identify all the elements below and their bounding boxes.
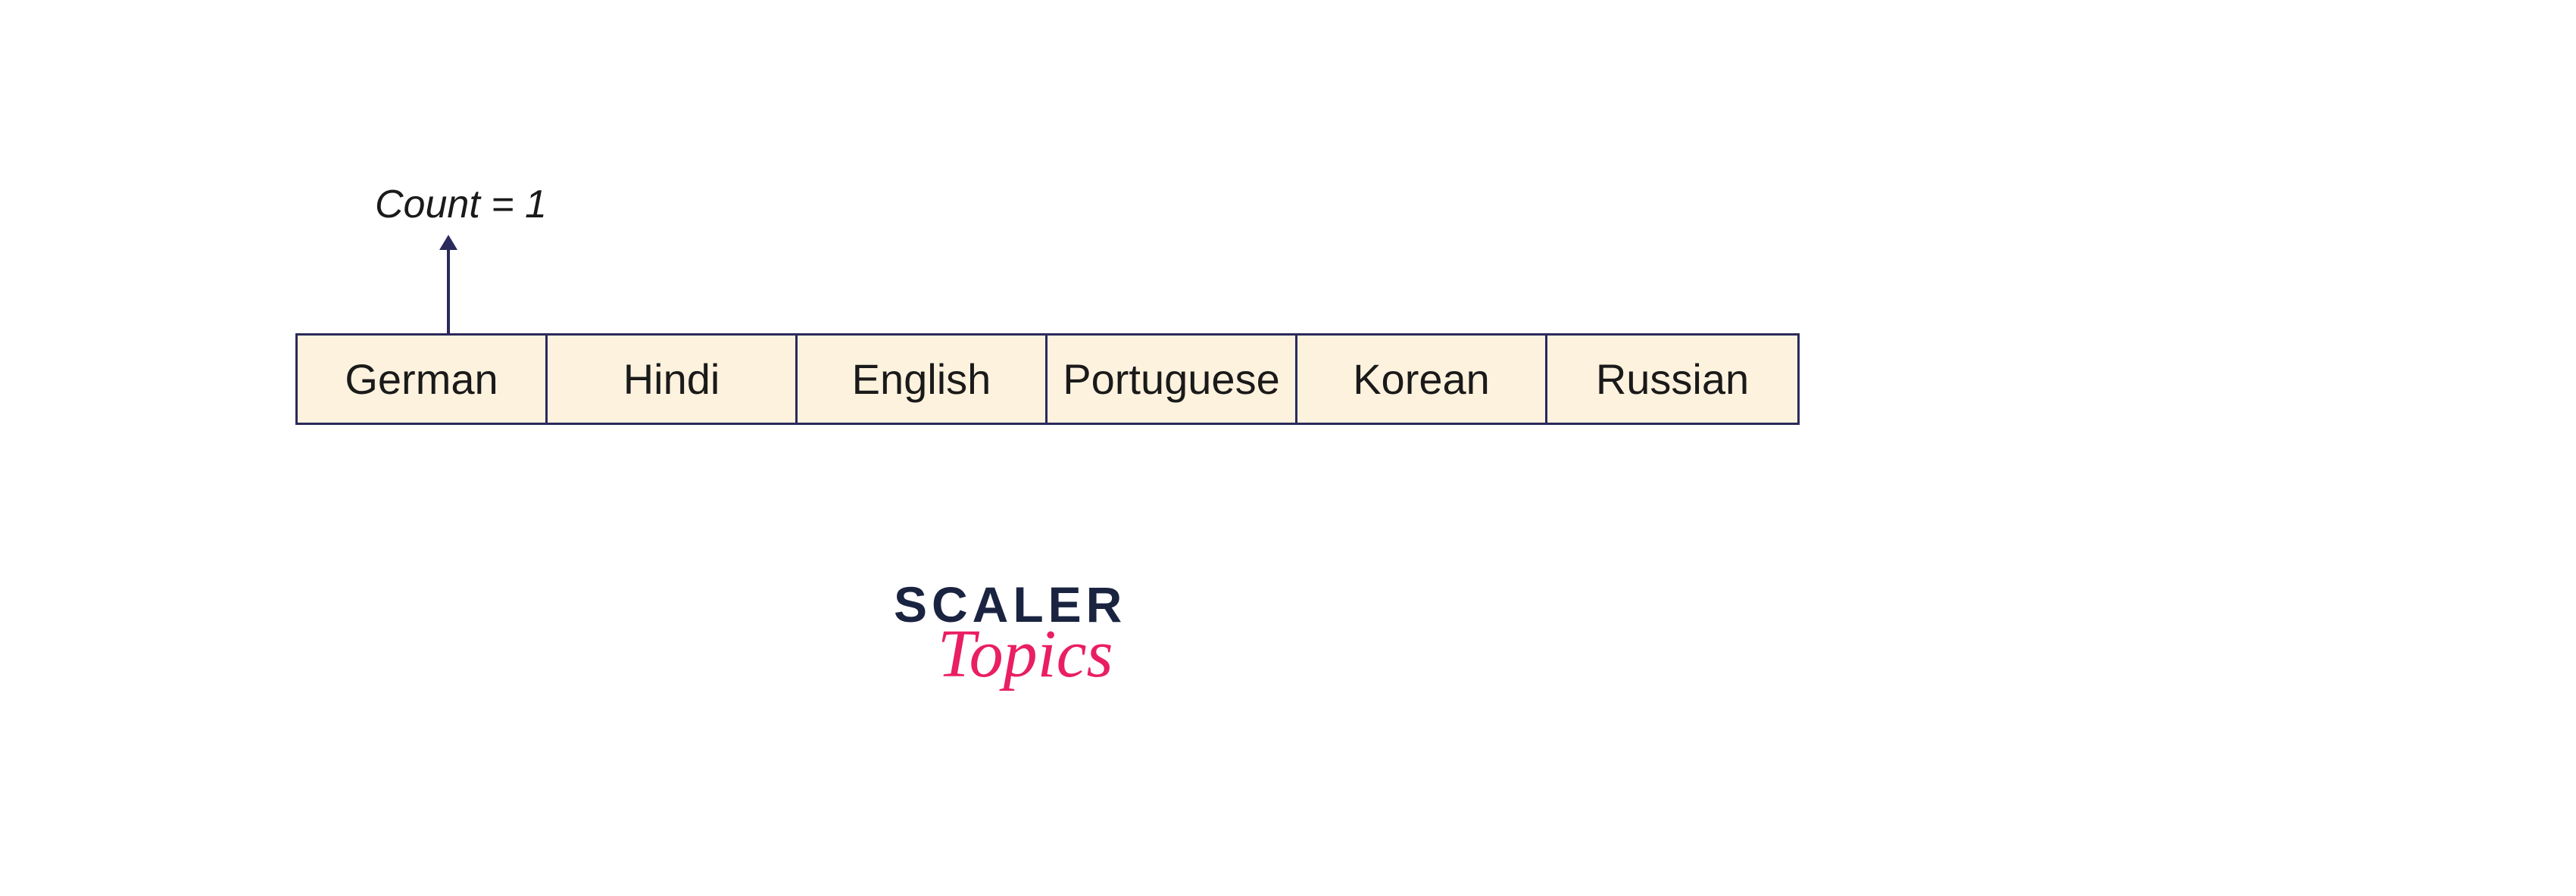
count-label: Count = 1 [375, 182, 547, 227]
array-row: German Hindi English Portuguese Korean R… [295, 333, 1800, 425]
array-cell: Portuguese [1048, 336, 1297, 423]
logo-text-topics: Topics [924, 615, 1126, 693]
scaler-topics-logo: SCALER Topics [894, 576, 1126, 693]
arrow-up-icon [439, 235, 457, 337]
array-cell: Korean [1297, 336, 1547, 423]
array-cell: German [298, 336, 548, 423]
array-cell: English [798, 336, 1048, 423]
array-cell: Hindi [548, 336, 798, 423]
array-cell: Russian [1547, 336, 1797, 423]
